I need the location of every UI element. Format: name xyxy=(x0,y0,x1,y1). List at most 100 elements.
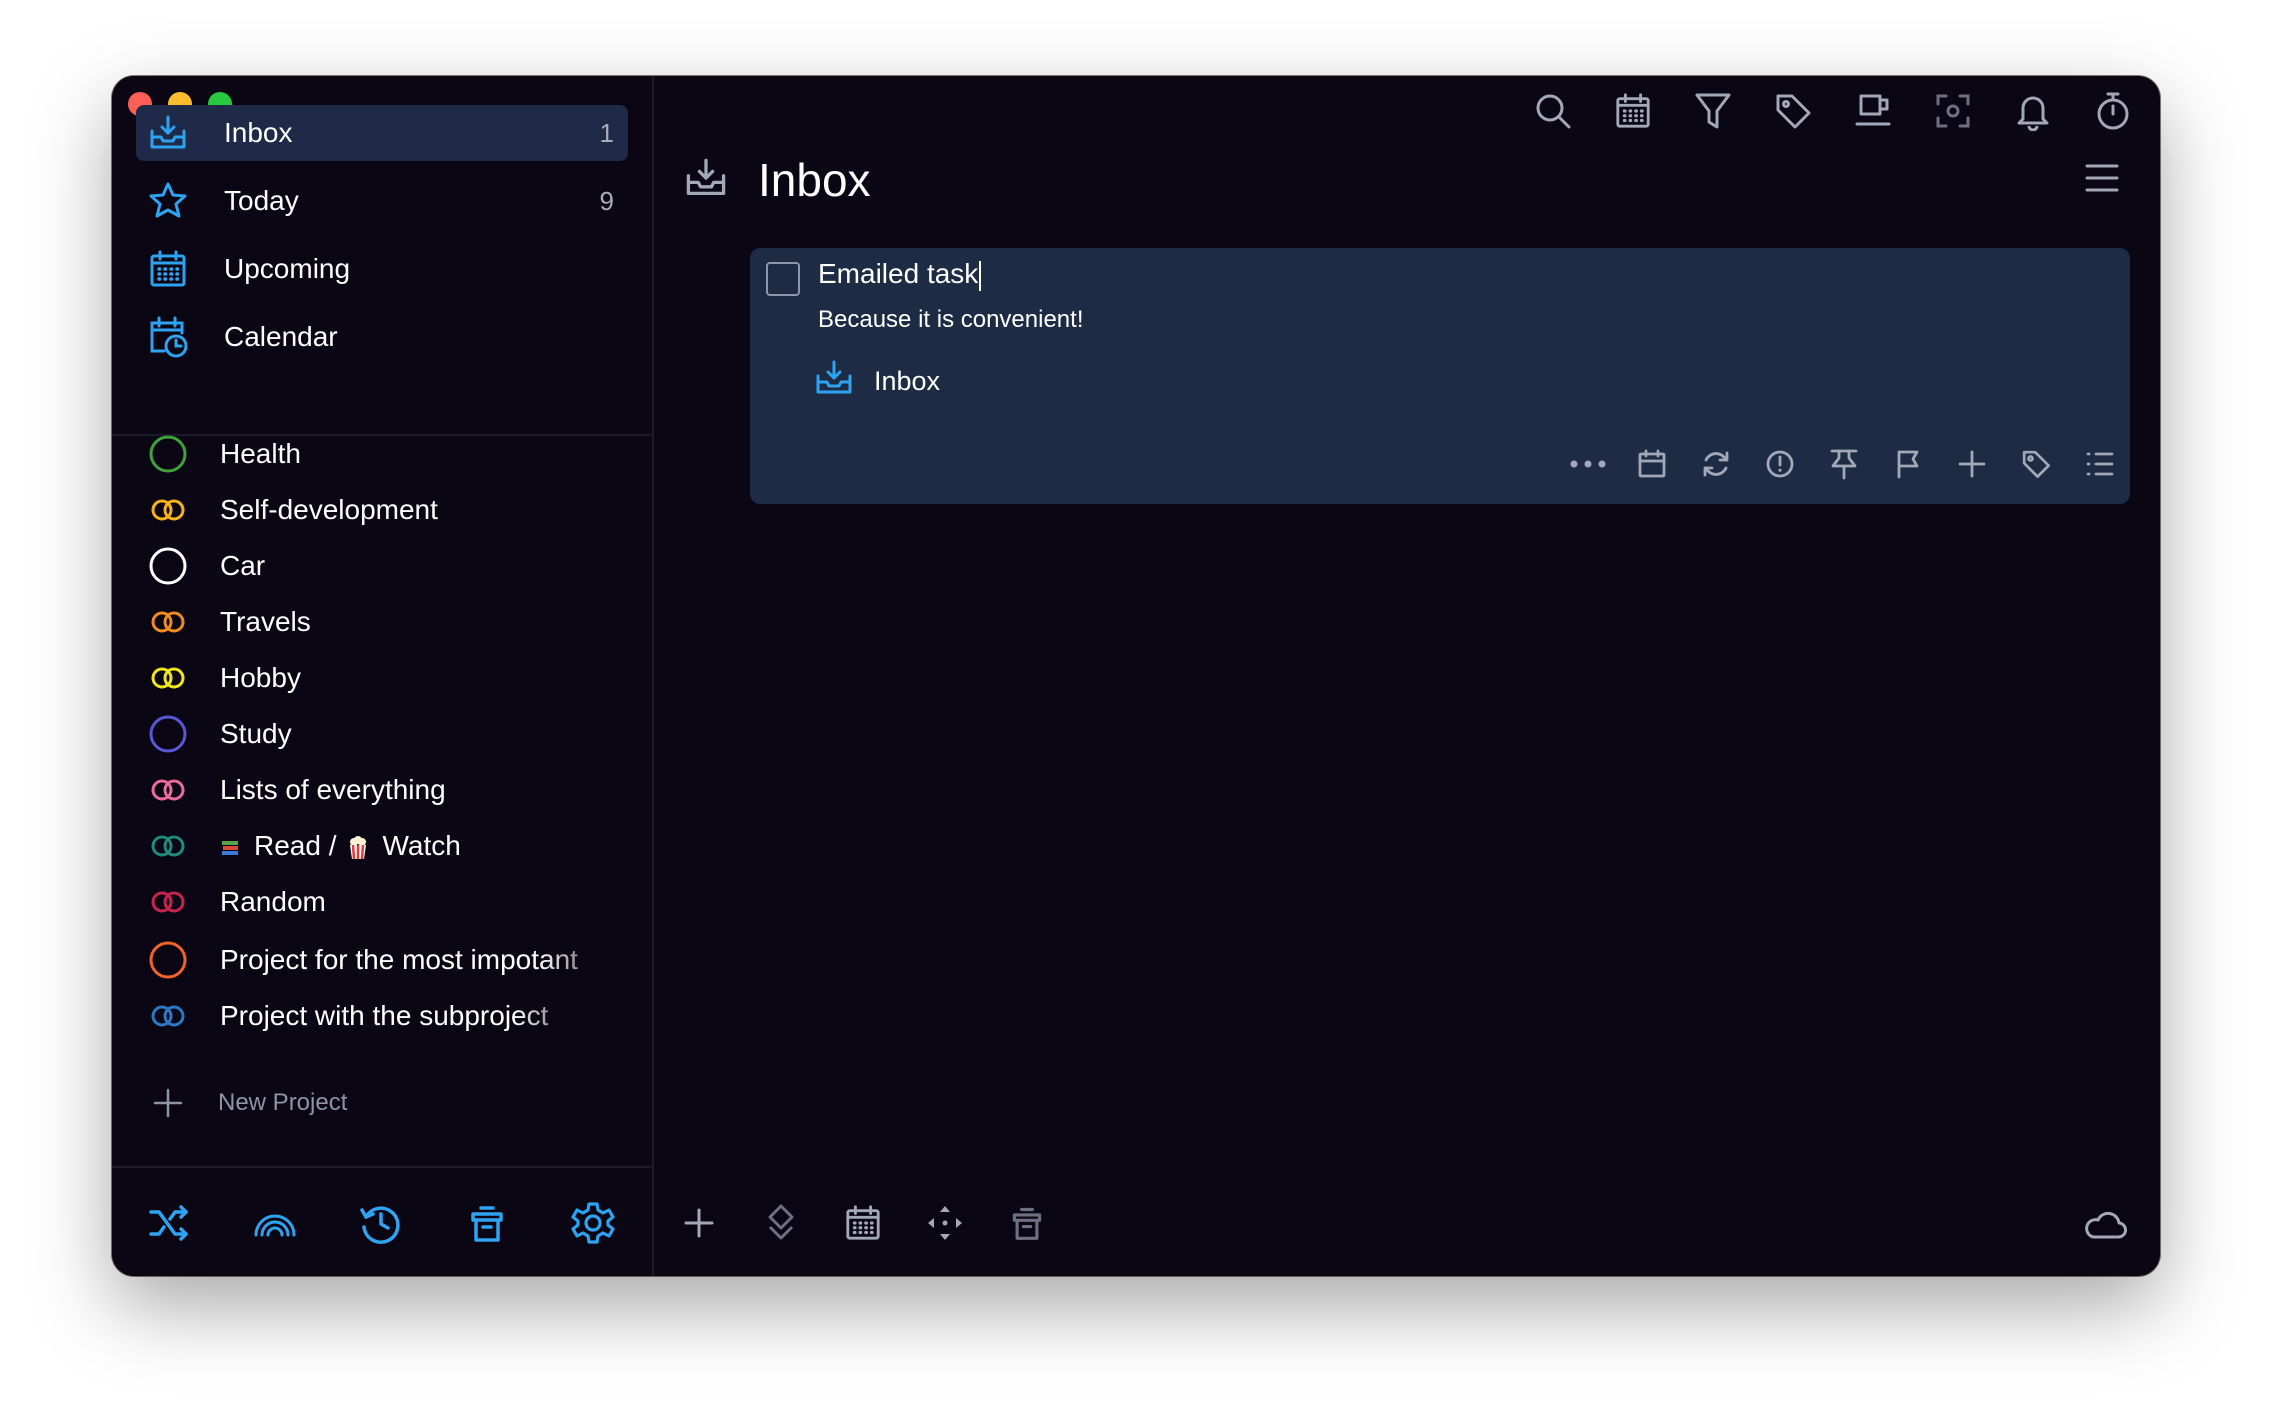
popcorn-emoji-icon xyxy=(349,835,366,859)
sidebar-project-most-important[interactable]: Project for the most impotant xyxy=(146,935,626,985)
text-caret xyxy=(979,260,982,291)
project-label-watch: Watch xyxy=(382,830,461,861)
calendar-grid-icon[interactable] xyxy=(838,1198,888,1248)
double-ring-icon xyxy=(146,768,190,812)
sidebar-project-random[interactable]: Random xyxy=(146,877,646,927)
app-window: Inbox 1 Today 9 Upcoming Calendar Health… xyxy=(112,76,2160,1276)
trash-icon[interactable] xyxy=(1002,1198,1052,1248)
add-subtask-icon[interactable] xyxy=(1950,444,1994,484)
task-checkbox[interactable] xyxy=(766,262,800,296)
books-emoji-icon xyxy=(222,840,238,855)
plus-icon[interactable] xyxy=(674,1198,724,1248)
double-ring-icon xyxy=(146,488,190,532)
search-icon[interactable] xyxy=(1528,86,1578,136)
sidebar-item-calendar[interactable]: Calendar xyxy=(136,309,628,365)
sidebar-bottom-divider xyxy=(112,1166,652,1168)
priority-icon[interactable] xyxy=(1758,444,1802,484)
sidebar-toolbar xyxy=(112,1198,652,1258)
checklist-icon[interactable] xyxy=(2078,444,2122,484)
count-badge: 9 xyxy=(599,185,614,216)
sidebar-project-study[interactable]: Study xyxy=(146,709,646,759)
calendar-clock-icon xyxy=(146,315,190,359)
single-circle-icon xyxy=(146,432,190,476)
plus-icon xyxy=(146,1081,190,1125)
flag-icon[interactable] xyxy=(1886,444,1930,484)
pin-icon[interactable] xyxy=(1822,444,1866,484)
project-label: Lists of everything xyxy=(220,774,446,805)
inbox-tray-icon xyxy=(146,111,190,155)
project-label: Hobby xyxy=(220,662,301,693)
star-icon xyxy=(146,179,190,223)
sidebar: Inbox 1 Today 9 Upcoming Calendar Health… xyxy=(112,76,654,1276)
task-project-selector[interactable]: Inbox xyxy=(814,358,940,405)
tag-icon[interactable] xyxy=(1768,86,1818,136)
new-project-button[interactable]: New Project xyxy=(146,1081,347,1125)
main-bottom-toolbar xyxy=(674,1198,1084,1248)
project-label: Read / Watch xyxy=(220,830,461,862)
bell-icon[interactable] xyxy=(2008,86,2058,136)
new-project-label: New Project xyxy=(218,1089,348,1116)
sidebar-item-inbox[interactable]: Inbox 1 xyxy=(136,105,628,161)
main-panel: Inbox Emailed task Because it is conveni… xyxy=(654,76,2160,1276)
project-label: Travels xyxy=(220,606,311,637)
inbox-tray-icon xyxy=(814,358,854,405)
move-priority-icon[interactable] xyxy=(756,1198,806,1248)
double-ring-icon xyxy=(146,656,190,700)
calendar-icon[interactable] xyxy=(1630,444,1674,484)
project-label: Health xyxy=(220,438,301,469)
sidebar-project-health[interactable]: Health xyxy=(146,429,646,479)
settings-gear-icon[interactable] xyxy=(568,1198,618,1248)
sidebar-item-label: Today xyxy=(224,185,299,216)
sidebar-project-travels[interactable]: Travels xyxy=(146,597,646,647)
sidebar-item-today[interactable]: Today 9 xyxy=(136,173,628,229)
task-title-input[interactable]: Emailed task xyxy=(818,258,982,291)
page-title: Inbox xyxy=(758,154,871,206)
project-label: Study xyxy=(220,718,292,749)
sidebar-project-self-development[interactable]: Self-development xyxy=(146,485,646,535)
task-toolbar xyxy=(1546,444,2122,484)
sidebar-project-car[interactable]: Car xyxy=(146,541,646,591)
repeat-icon[interactable] xyxy=(1694,444,1738,484)
calendar-grid-icon[interactable] xyxy=(1608,86,1658,136)
double-ring-icon xyxy=(146,994,190,1038)
calendar-grid-icon xyxy=(146,247,190,291)
move-arrows-icon[interactable] xyxy=(920,1198,970,1248)
project-label: Project with the subproject xyxy=(220,1000,549,1031)
task-title-text: Emailed task xyxy=(818,258,979,289)
project-label: Self-development xyxy=(220,494,438,525)
sidebar-project-read-watch[interactable]: Read / Watch xyxy=(146,821,646,871)
cloud-icon[interactable] xyxy=(2080,1200,2130,1250)
coffee-mug-icon[interactable] xyxy=(1848,86,1898,136)
project-label: Project for the most impotant xyxy=(220,944,578,975)
single-circle-icon xyxy=(146,544,190,588)
sidebar-project-hobby[interactable]: Hobby xyxy=(146,653,646,703)
sidebar-item-label: Inbox xyxy=(224,117,293,148)
trash-icon[interactable] xyxy=(462,1198,512,1248)
single-circle-icon xyxy=(146,712,190,756)
menu-lines-icon[interactable] xyxy=(2080,156,2124,200)
count-badge: 1 xyxy=(599,117,614,148)
inbox-tray-icon xyxy=(684,156,728,205)
task-project-label: Inbox xyxy=(874,366,941,396)
project-label-read: Read / xyxy=(254,830,337,861)
history-icon[interactable] xyxy=(356,1198,406,1248)
shuffle-icon[interactable] xyxy=(144,1198,194,1248)
rainbow-icon[interactable] xyxy=(250,1198,300,1248)
tag-icon[interactable] xyxy=(2014,444,2058,484)
project-label: Car xyxy=(220,550,266,581)
focus-scan-icon[interactable] xyxy=(1928,86,1978,136)
sidebar-project-with-subproject[interactable]: Project with the subproject xyxy=(146,991,596,1041)
single-circle-icon xyxy=(146,938,190,982)
project-label: Random xyxy=(220,886,326,917)
task-card[interactable]: Emailed task Because it is convenient! I… xyxy=(750,248,2130,504)
filter-icon[interactable] xyxy=(1688,86,1738,136)
double-ring-icon xyxy=(146,600,190,644)
task-note[interactable]: Because it is convenient! xyxy=(818,306,1084,334)
sidebar-item-label: Calendar xyxy=(224,321,338,352)
stopwatch-icon[interactable] xyxy=(2088,86,2138,136)
sidebar-item-upcoming[interactable]: Upcoming xyxy=(136,241,628,297)
double-ring-icon xyxy=(146,824,190,868)
sidebar-project-lists[interactable]: Lists of everything xyxy=(146,765,646,815)
more-dots-icon[interactable] xyxy=(1566,444,1610,484)
double-ring-icon xyxy=(146,880,190,924)
